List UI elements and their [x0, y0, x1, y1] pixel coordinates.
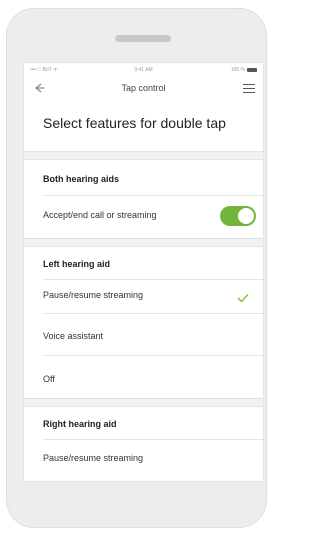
nav-bar: Tap control: [24, 77, 263, 99]
divider: [43, 195, 263, 196]
phone-frame: •••○○ BoT ᯤ 9:41 AM 100 % Tap control Se…: [6, 8, 267, 528]
row-label: Accept/end call or streaming: [43, 210, 157, 220]
divider: [24, 159, 263, 160]
nav-title: Tap control: [121, 83, 166, 93]
section-header-left: Left hearing aid: [43, 259, 111, 269]
section-header-right: Right hearing aid: [43, 419, 117, 429]
divider: [24, 151, 263, 152]
section-spacer: [24, 151, 263, 159]
row-label: Pause/resume streaming: [43, 290, 144, 300]
divider: [24, 246, 263, 247]
toggle-switch[interactable]: [220, 206, 256, 226]
divider: [43, 279, 263, 280]
row-label: Off: [43, 374, 55, 384]
divider: [43, 355, 263, 356]
battery-icon: [247, 68, 257, 72]
divider: [24, 398, 263, 399]
battery-percent: 100 %: [230, 67, 245, 73]
status-bar: •••○○ BoT ᯤ 9:41 AM 100 %: [24, 63, 263, 77]
row-label: Voice assistant: [43, 331, 104, 341]
section-header-both: Both hearing aids: [43, 174, 120, 184]
divider: [24, 238, 263, 239]
divider: [43, 439, 263, 440]
checkmark-icon: [237, 290, 249, 303]
page-title: Select features for double tap: [43, 115, 226, 131]
toggle-knob: [238, 208, 254, 224]
divider: [43, 313, 263, 314]
row-label: Pause/resume streaming: [43, 453, 144, 463]
section-spacer: [24, 398, 263, 406]
phone-speaker: [115, 35, 171, 42]
divider: [24, 406, 263, 407]
section-spacer: [24, 238, 263, 246]
menu-icon[interactable]: [243, 84, 255, 93]
status-time: 9:41 AM: [134, 67, 153, 73]
app-screen: •••○○ BoT ᯤ 9:41 AM 100 % Tap control Se…: [23, 62, 264, 482]
